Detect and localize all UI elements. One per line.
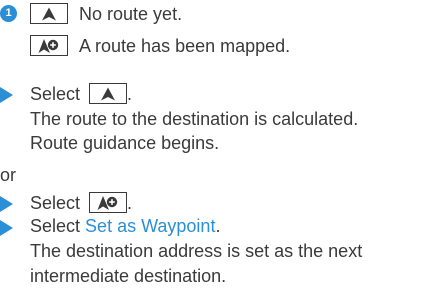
step-select-waypoint: Select Set as Waypoint. [30, 214, 220, 238]
result-line: intermediate destination. [30, 266, 227, 286]
navigation-arrow-plus-icon [89, 192, 128, 213]
navigation-arrow-icon [30, 3, 68, 24]
step-select-arrow-plus: Select . [30, 191, 132, 215]
set-as-waypoint-link[interactable]: Set as Waypoint [85, 216, 215, 236]
step-number-badge: 1 [0, 5, 17, 22]
navigation-arrow-icon [89, 83, 128, 104]
step-select-arrow: Select . [30, 82, 132, 106]
step-bullet-arrow [0, 220, 13, 236]
status-row-no-route: 1 No route yet. [0, 0, 440, 26]
select-label: Select [30, 84, 81, 104]
select-label: Select [30, 193, 81, 213]
navigation-arrow-plus-icon [30, 35, 68, 56]
status-row-route-mapped: A route has been mapped. [30, 34, 290, 58]
result-line: The route to the destination is calculat… [30, 109, 359, 129]
result-line: Route guidance begins. [30, 133, 220, 153]
result-line: The destination address is set as the ne… [30, 241, 363, 261]
or-separator: or [0, 165, 17, 185]
select-suffix: . [127, 84, 133, 104]
select-suffix: . [127, 193, 133, 213]
select-label: Select [30, 216, 81, 236]
status-no-route-text: No route yet. [79, 4, 183, 24]
status-route-mapped-text: A route has been mapped. [79, 36, 291, 56]
step-bullet-arrow [0, 196, 13, 212]
step-bullet-arrow [0, 87, 13, 103]
select-suffix: . [215, 216, 221, 236]
